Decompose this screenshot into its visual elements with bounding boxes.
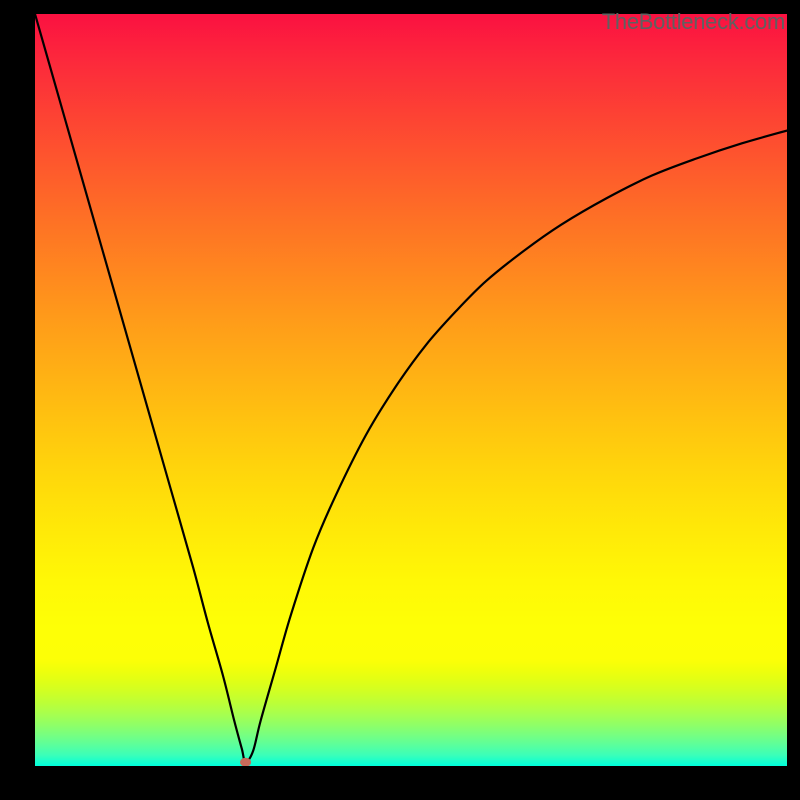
curve-svg xyxy=(35,14,787,766)
plot-area xyxy=(35,14,787,766)
chart-frame: TheBottleneck.com xyxy=(0,0,800,800)
bottleneck-curve xyxy=(35,14,787,762)
watermark-text: TheBottleneck.com xyxy=(602,9,785,35)
